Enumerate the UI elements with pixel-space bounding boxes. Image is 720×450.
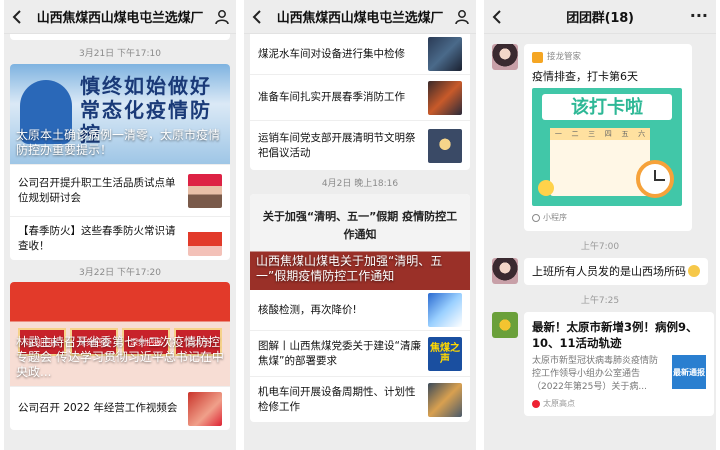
list-item[interactable]: 图解丨山西焦煤党委关于建设“清廉焦煤”的部署要求 焦煤之声 <box>250 330 470 376</box>
mini-program-icon <box>532 213 540 222</box>
thumbnail-image <box>188 173 222 208</box>
top-bar: 山西焦煤西山煤电屯兰选煤厂 <box>4 0 236 34</box>
weekday-label: 二 <box>571 129 579 138</box>
banner-caption: 山西焦煤山煤电关于加强“清明、五一”假期疫情防控工作通知 <box>256 254 443 283</box>
list-item-title: 【春季防火】这些春季防火常识请查收！ <box>18 224 176 252</box>
article-thumbnail: 最新通报 <box>672 355 706 389</box>
group-chat-panel: 团团群(18) ··· 接龙管家 疫情排查，打卡第6天 该打卡啦 一 二 三 四… <box>484 0 716 450</box>
back-arrow-icon[interactable] <box>250 9 266 25</box>
card-title: 疫情排查，打卡第6天 <box>532 70 638 83</box>
message-body: 最新！太原市新增3例！病例9、10、11活动轨迹 太原市新型冠状病毒肺炎疫情防控… <box>524 312 714 416</box>
emoji-icon <box>688 265 700 277</box>
mini-program-name: 接龙管家 <box>547 52 582 62</box>
flower-decoration <box>538 180 554 196</box>
weekday-label: 六 <box>638 129 646 138</box>
top-bar: 团团群(18) ··· <box>484 0 716 34</box>
thumbnail-image <box>428 382 462 417</box>
list-item[interactable]: 公司召开 2022 年经营工作视频会 <box>10 386 230 430</box>
chat-message: 接龙管家 疫情排查，打卡第6天 该打卡啦 一 二 三 四 五 六 小程序 <box>484 44 716 231</box>
more-options-icon[interactable]: ··· <box>690 8 708 24</box>
weekday-label: 三 <box>588 129 596 138</box>
mini-program-footer: 小程序 <box>532 210 684 225</box>
shared-article-card[interactable]: 最新！太原市新增3例！病例9、10、11活动轨迹 太原市新型冠状病毒肺炎疫情防控… <box>524 312 714 416</box>
article-list-panel-1: 山西焦煤西山煤电屯兰选煤厂 3月21日 下午17:10 慎终如始做好 常态化疫情… <box>4 0 236 450</box>
check-in-heading: 该打卡啦 <box>542 94 672 120</box>
timestamp: 4月2日 晚上18:16 <box>321 178 399 189</box>
chat-message: 最新！太原市新增3例！病例9、10、11活动轨迹 太原市新型冠状病毒肺炎疫情防控… <box>484 312 716 416</box>
page-title: 山西焦煤西山煤电屯兰选煤厂 <box>276 11 444 26</box>
article-banner[interactable]: 慎终如始做好 常态化疫情防控 太原本土确诊病例一清零，太原市疫情防控办重要提示！ <box>10 64 230 164</box>
article-source: 太原高点 <box>532 398 706 409</box>
article-card: 关于加强“清明、五一”假期 疫情防控工作通知 山西焦煤山煤电关于加强“清明、五一… <box>250 194 470 422</box>
app-logo-icon <box>532 52 543 63</box>
page-title: 山西焦煤西山煤电屯兰选煤厂 <box>36 11 204 26</box>
list-item-title: 公司召开提升职工生活品质试点单位规划研讨会 <box>18 176 176 204</box>
article-card: 深刻把握 深刻把握 深刻把握 方大全 林武主持召开省委第七十二次疫情防控专题会 … <box>10 282 230 430</box>
thumbnail-image <box>188 221 222 256</box>
message-text: 上班所有人员发的是山西场所码 <box>532 265 686 278</box>
previous-card-edge <box>10 34 230 40</box>
chat-timestamp: 上午7:25 <box>580 296 620 306</box>
list-item-title: 公司召开 2022 年经营工作视频会 <box>18 402 178 414</box>
banner-notice-title: 关于加强“清明、五一”假期 疫情防控工作通知 <box>262 210 458 241</box>
list-item-title: 机电车间开展设备周期性、计划性检修工作 <box>258 385 416 413</box>
article-card: 煤泥水车间对设备进行集中检修 准备车间扎实开展春季消防工作 运销车间党支部开展清… <box>250 34 470 170</box>
article-title: 最新！太原市新增3例！病例9、10、11活动轨迹 <box>532 320 698 350</box>
source-name: 太原高点 <box>543 399 575 408</box>
thumbnail-image <box>188 391 222 426</box>
back-arrow-icon[interactable] <box>10 9 26 25</box>
message-body: 上班所有人员发的是山西场所码 <box>524 258 708 285</box>
chat-message: 上班所有人员发的是山西场所码 <box>484 258 716 285</box>
mini-program-label: 小程序 <box>543 213 567 222</box>
list-item-title: 准备车间扎实开展春季消防工作 <box>258 91 405 103</box>
list-item-title: 核酸检测，再次降价! <box>258 303 357 316</box>
thumbnail-image <box>428 128 462 163</box>
list-item[interactable]: 【春季防火】这些春季防火常识请查收！ <box>10 216 230 260</box>
thumbnail-image <box>428 80 462 115</box>
weekday-label: 五 <box>621 129 629 138</box>
profile-icon[interactable] <box>214 9 230 25</box>
chat-title: 团团群(18) <box>566 11 634 26</box>
source-logo-icon <box>532 399 540 408</box>
banner-caption: 林武主持召开省委第七十二次疫情防控专题会 传达学习贯彻习近平总书记在中央政... <box>16 335 224 379</box>
mini-program-tag: 接龙管家 <box>532 50 684 65</box>
list-item-title: 运销车间党支部开展清明节文明祭祀倡议活动 <box>258 131 416 159</box>
list-item-title: 煤泥水车间对设备进行集中检修 <box>258 47 405 60</box>
banner-caption: 太原本土确诊病例一清零，太原市疫情防控办重要提示！ <box>16 128 221 157</box>
article-banner[interactable]: 深刻把握 深刻把握 深刻把握 方大全 林武主持召开省委第七十二次疫情防控专题会 … <box>10 282 230 386</box>
list-item[interactable]: 运销车间党支部开展清明节文明祭祀倡议活动 <box>250 120 470 170</box>
article-preview: 太原市新型冠状病毒肺炎疫情防控工作领导小组办公室通告（2022年第25号）关于病… <box>532 355 706 394</box>
list-item[interactable]: 准备车间扎实开展春季消防工作 <box>250 74 470 120</box>
article-card: 慎终如始做好 常态化疫情防控 太原本土确诊病例一清零，太原市疫情防控办重要提示！… <box>10 64 230 260</box>
article-list-panel-2: 山西焦煤西山煤电屯兰选煤厂 煤泥水车间对设备进行集中检修 准备车间扎实开展春季消… <box>244 0 476 450</box>
thumbnail-image <box>428 37 462 71</box>
article-banner[interactable]: 关于加强“清明、五一”假期 疫情防控工作通知 山西焦煤山煤电关于加强“清明、五一… <box>250 194 470 290</box>
thumbnail-image: 焦煤之声 <box>428 336 462 371</box>
profile-icon[interactable] <box>454 9 470 25</box>
chat-timestamp: 上午7:00 <box>580 242 620 252</box>
list-item[interactable]: 煤泥水车间对设备进行集中检修 <box>250 34 470 74</box>
list-item-title: 图解丨山西焦煤党委关于建设“清廉焦煤”的部署要求 <box>258 339 421 367</box>
article-description: 太原市新型冠状病毒肺炎疫情防控工作领导小组办公室通告（2022年第25号）关于病… <box>532 356 659 392</box>
timestamp: 3月21日 下午17:10 <box>79 48 161 59</box>
clock-icon <box>636 160 674 198</box>
message-body: 接龙管家 疫情排查，打卡第6天 该打卡啦 一 二 三 四 五 六 小程序 <box>524 44 708 231</box>
timestamp: 3月22日 下午17:20 <box>79 267 161 278</box>
weekday-label: 四 <box>604 129 612 138</box>
list-item[interactable]: 核酸检测，再次降价! <box>250 290 470 330</box>
weekday-label: 一 <box>554 129 562 138</box>
list-item[interactable]: 公司召开提升职工生活品质试点单位规划研讨会 <box>10 164 230 216</box>
back-arrow-icon[interactable] <box>490 9 506 25</box>
mini-program-card[interactable]: 接龙管家 疫情排查，打卡第6天 该打卡啦 一 二 三 四 五 六 小程序 <box>524 44 692 231</box>
avatar[interactable] <box>492 258 518 284</box>
list-item[interactable]: 机电车间开展设备周期性、计划性检修工作 <box>250 376 470 422</box>
avatar[interactable] <box>492 312 518 338</box>
thumbnail-image <box>428 293 462 327</box>
calendar-illustration: 一 二 三 四 五 六 <box>550 128 650 196</box>
text-bubble[interactable]: 上班所有人员发的是山西场所码 <box>524 258 708 285</box>
avatar[interactable] <box>492 44 518 70</box>
calendar-header: 一 二 三 四 五 六 <box>550 128 650 140</box>
top-bar: 山西焦煤西山煤电屯兰选煤厂 <box>244 0 476 34</box>
check-in-image: 该打卡啦 一 二 三 四 五 六 <box>532 88 682 206</box>
